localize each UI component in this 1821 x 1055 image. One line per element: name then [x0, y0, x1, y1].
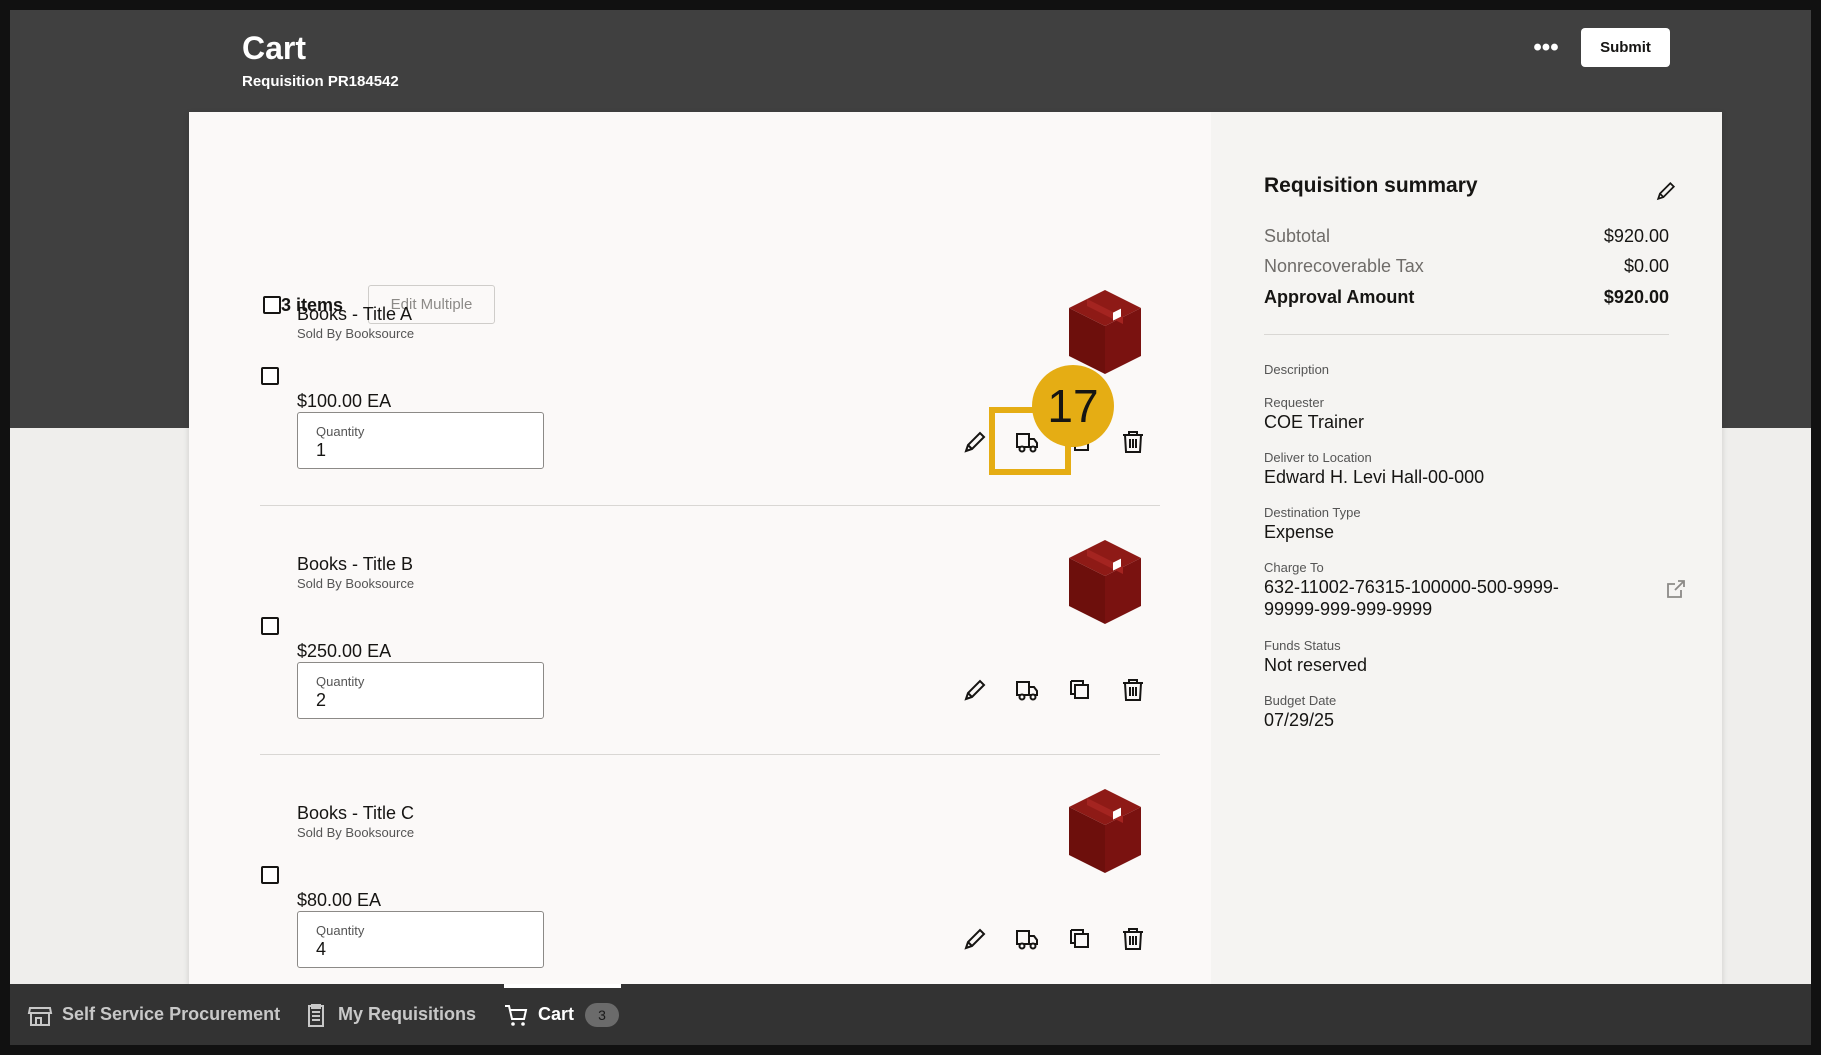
edit-summary-icon[interactable] [1653, 178, 1679, 204]
quantity-value[interactable]: 1 [316, 440, 326, 461]
item-checkbox[interactable] [261, 367, 279, 385]
quantity-label: Quantity [316, 923, 365, 938]
box-icon [1065, 785, 1145, 877]
app-frame: Cart Requisition PR184542 ••• Submit 3 i… [10, 10, 1811, 1045]
nav-label: Cart [538, 1004, 575, 1024]
item-price: $250.00 EA [297, 641, 392, 661]
item-seller: Sold By Booksource [297, 326, 415, 341]
quantity-label: Quantity [316, 424, 365, 439]
bottom-navigation: Self Service Procurement My Requisitions… [10, 984, 1811, 1045]
quantity-value[interactable]: 2 [316, 690, 326, 711]
subtotal-row: Subtotal $920.00 [1264, 226, 1669, 247]
tax-row: Nonrecoverable Tax $0.00 [1264, 256, 1669, 277]
requisition-number: Requisition PR184542 [242, 73, 399, 90]
cart-card: 3 items Edit Multiple Books - Title A So… [189, 112, 1722, 992]
charge-to-label: Charge To [1264, 560, 1324, 575]
quantity-field[interactable]: Quantity 4 [297, 911, 544, 968]
item-divider [260, 754, 1160, 755]
more-actions-button[interactable]: ••• [1526, 36, 1566, 68]
delete-icon[interactable] [1118, 924, 1148, 954]
cart-items-panel: 3 items Edit Multiple Books - Title A So… [189, 112, 1211, 992]
deliver-to-label: Deliver to Location [1264, 450, 1372, 465]
destination-type-value: Expense [1264, 522, 1335, 542]
subtotal-value: $920.00 [1603, 226, 1669, 246]
approval-value: $920.00 [1603, 287, 1669, 307]
item-checkbox[interactable] [261, 617, 279, 635]
summary-title: Requisition summary [1264, 174, 1478, 197]
box-icon [1065, 286, 1145, 378]
submit-button[interactable]: Submit [1581, 28, 1670, 67]
nav-label: Self Service Procurement [62, 1004, 281, 1024]
summary-divider [1264, 334, 1669, 335]
external-link-icon[interactable] [1665, 578, 1687, 600]
duplicate-icon[interactable] [1065, 924, 1095, 954]
nav-label: My Requisitions [338, 1004, 477, 1024]
item-title[interactable]: Books - Title A [297, 304, 412, 325]
funds-status-label: Funds Status [1264, 638, 1341, 653]
charge-to-line-1: 632-11002-76315-100000-500-9999- [1264, 577, 1559, 597]
item-title[interactable]: Books - Title C [297, 803, 414, 824]
destination-type-label: Destination Type [1264, 505, 1361, 520]
requester-label: Requester [1264, 395, 1324, 410]
edit-icon[interactable] [960, 427, 990, 457]
truck-icon[interactable] [1012, 924, 1042, 954]
delete-icon[interactable] [1118, 427, 1148, 457]
item-divider [260, 505, 1160, 506]
nav-cart[interactable]: Cart 3 [503, 984, 620, 1045]
deliver-to-value: Edward H. Levi Hall-00-000 [1264, 467, 1485, 487]
item-title[interactable]: Books - Title B [297, 554, 413, 575]
nav-self-service-procurement[interactable]: Self Service Procurement [27, 984, 280, 1045]
subtotal-label: Subtotal [1264, 226, 1331, 246]
funds-status-value: Not reserved [1264, 655, 1368, 675]
budget-date-label: Budget Date [1264, 693, 1337, 708]
nav-my-requisitions[interactable]: My Requisitions [303, 984, 476, 1045]
store-icon [27, 1002, 53, 1028]
cart-item: Books - Title B Sold By Booksource $250.… [189, 540, 1211, 802]
edit-icon[interactable] [960, 675, 990, 705]
delete-icon[interactable] [1118, 675, 1148, 705]
quantity-field[interactable]: Quantity 1 [297, 412, 544, 469]
box-icon [1065, 536, 1145, 628]
clipboard-icon [303, 1002, 329, 1028]
truck-icon[interactable] [1012, 675, 1042, 705]
requisition-summary-panel: Requisition summary Subtotal $920.00 Non… [1211, 112, 1722, 992]
approval-row: Approval Amount $920.00 [1264, 287, 1669, 308]
quantity-value[interactable]: 4 [316, 939, 326, 960]
item-seller: Sold By Booksource [297, 576, 415, 591]
quantity-label: Quantity [316, 674, 365, 689]
step-number-badge: 17 [1032, 365, 1114, 447]
duplicate-icon[interactable] [1065, 675, 1095, 705]
item-price: $100.00 EA [297, 391, 392, 411]
edit-icon[interactable] [960, 924, 990, 954]
charge-to-line-2: 99999-999-999-9999 [1264, 599, 1433, 619]
description-label: Description [1264, 362, 1330, 377]
approval-label: Approval Amount [1264, 287, 1415, 307]
item-checkbox[interactable] [261, 866, 279, 884]
cart-count-badge: 3 [585, 1002, 620, 1027]
cart-icon [503, 1002, 529, 1028]
budget-date-value: 07/29/25 [1264, 710, 1335, 730]
item-price: $80.00 EA [297, 890, 382, 910]
page-title: Cart [242, 30, 307, 66]
requester-value: COE Trainer [1264, 412, 1365, 432]
tax-value: $0.00 [1623, 256, 1669, 276]
active-tab-indicator [504, 984, 621, 988]
quantity-field[interactable]: Quantity 2 [297, 662, 544, 719]
tax-label: Nonrecoverable Tax [1264, 256, 1424, 276]
item-seller: Sold By Booksource [297, 825, 415, 840]
